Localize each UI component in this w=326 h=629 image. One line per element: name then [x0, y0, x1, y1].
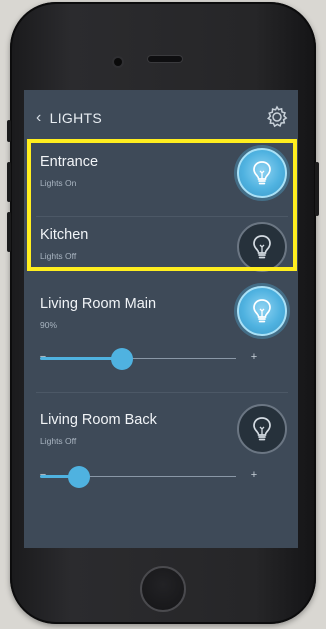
app-header: ‹ LIGHTS	[24, 100, 298, 134]
dimmer-plus-icon[interactable]: +	[248, 469, 260, 481]
living-room-back-dimmer-slider[interactable]: − +	[37, 466, 257, 488]
home-button[interactable]	[140, 566, 186, 612]
slider-fill	[40, 357, 123, 360]
slider-thumb[interactable]	[111, 348, 134, 370]
room-status: 90%	[40, 320, 58, 330]
back-button[interactable]: ‹ LIGHTS	[36, 106, 102, 130]
volume-down-button	[7, 212, 11, 252]
entrance-light-toggle[interactable]	[237, 148, 287, 198]
settings-button[interactable]	[264, 104, 290, 130]
room-status: Lights Off	[40, 436, 77, 446]
room-entrance: Entrance Lights On	[24, 148, 298, 208]
app-screen: ‹ LIGHTS Entrance Lights On Kitchen Ligh	[24, 90, 298, 548]
lightbulb-icon	[253, 235, 271, 259]
room-kitchen: Kitchen Lights Off	[24, 220, 298, 280]
volume-up-button	[7, 162, 11, 202]
room-name: Living Room Main	[40, 296, 157, 312]
room-name: Entrance	[40, 154, 99, 170]
earpiece-speaker	[148, 56, 182, 62]
lightbulb-icon	[253, 417, 271, 441]
dimmer-minus-icon[interactable]: −	[37, 469, 49, 481]
divider	[36, 216, 288, 217]
lightbulb-icon	[253, 161, 271, 185]
page-title: LIGHTS	[49, 110, 103, 126]
room-living-room-back: Living Room Back Lights Off − +	[24, 396, 298, 496]
divider	[36, 392, 288, 393]
room-name: Living Room Back	[40, 412, 157, 428]
dimmer-minus-icon[interactable]: −	[37, 351, 49, 363]
lightbulb-icon	[253, 299, 271, 323]
living-room-main-dimmer-slider[interactable]: − +	[37, 348, 257, 370]
front-camera	[114, 58, 122, 66]
living-room-back-light-toggle[interactable]	[237, 404, 287, 454]
kitchen-light-toggle[interactable]	[237, 222, 287, 272]
silent-switch	[7, 120, 11, 142]
chevron-left-icon: ‹	[36, 109, 42, 126]
dimmer-plus-icon[interactable]: +	[248, 351, 260, 363]
room-status: Lights On	[40, 178, 77, 188]
room-status: Lights Off	[40, 251, 77, 261]
slider-thumb[interactable]	[68, 466, 91, 488]
living-room-main-light-toggle[interactable]	[237, 286, 287, 336]
room-name: Kitchen	[40, 227, 89, 243]
room-living-room-main: Living Room Main 90% − +	[24, 286, 298, 386]
power-button	[315, 162, 319, 216]
gear-icon	[267, 105, 288, 128]
